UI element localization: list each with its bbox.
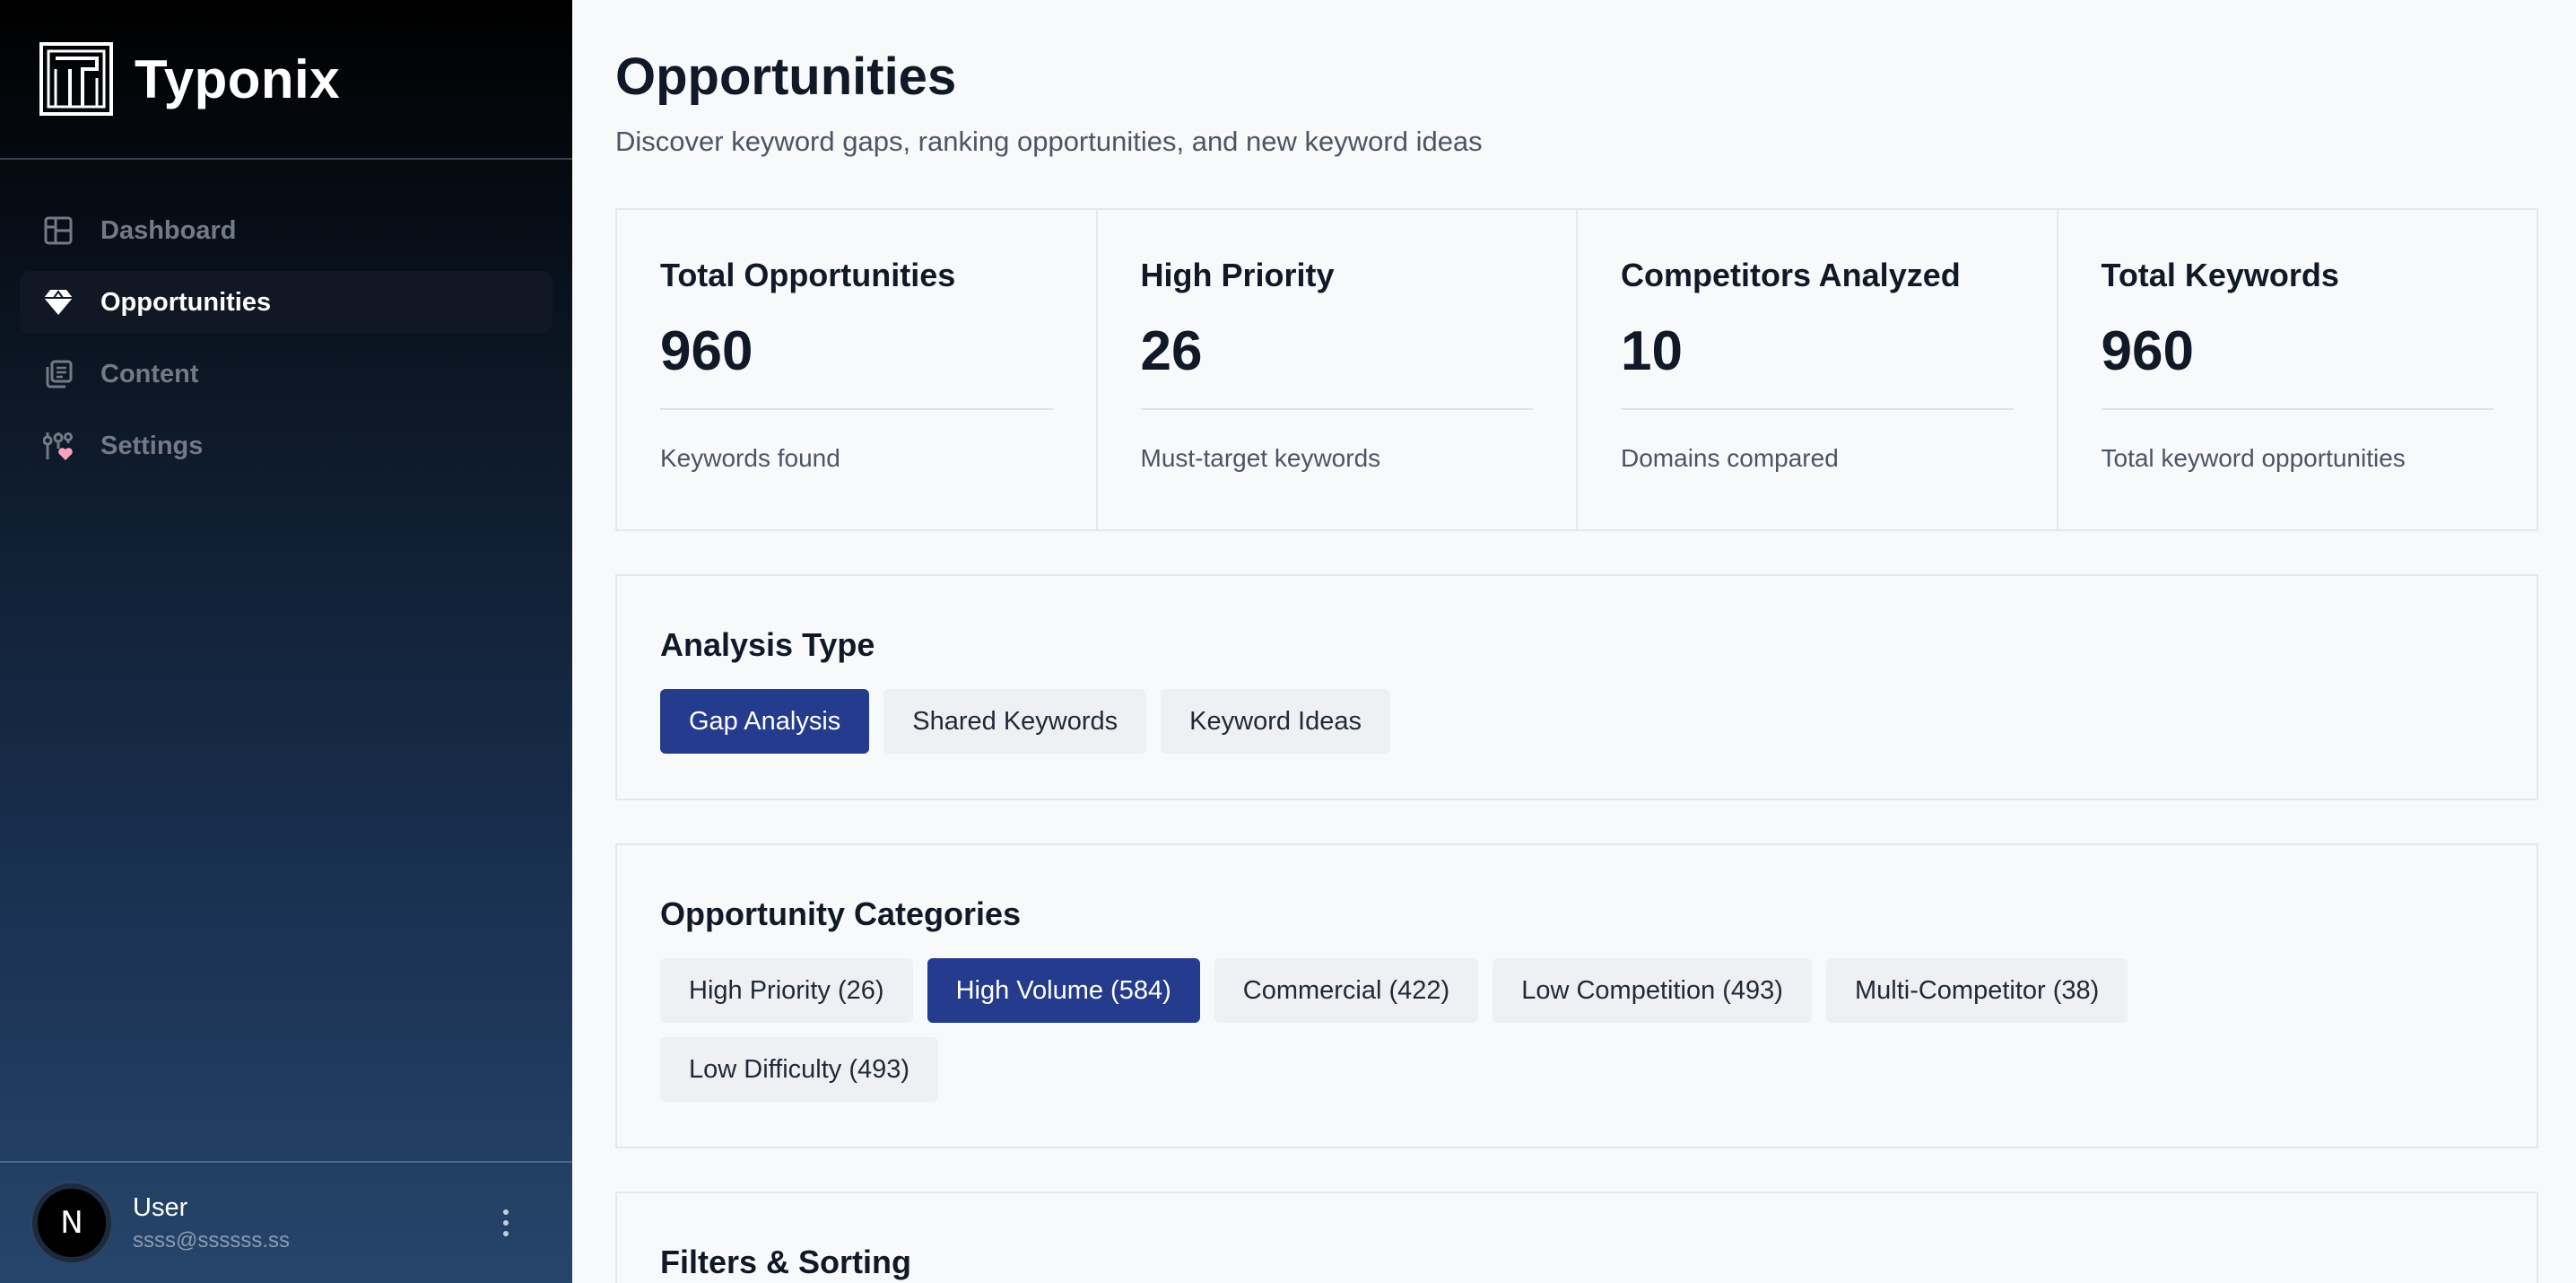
category-multi-competitor-button[interactable]: Multi-Competitor (38) <box>1825 958 2128 1023</box>
typonix-logo-icon <box>39 42 113 116</box>
sidebar-item-label: Opportunities <box>100 287 272 317</box>
stat-value: 960 <box>2101 319 2493 410</box>
panel-title: Filters & Sorting <box>660 1244 912 1280</box>
main-content: Opportunities Discover keyword gaps, ran… <box>572 0 2576 1283</box>
sidebar-item-label: Settings <box>100 431 204 460</box>
brand-name: Typonix <box>135 48 341 109</box>
stat-card-total-keywords: Total Keywords 960 Total keyword opportu… <box>2058 210 2537 529</box>
user-profile[interactable]: N User ssss@ssssss.ss <box>0 1161 572 1283</box>
page-title: Opportunities <box>615 48 957 106</box>
stat-label: Total Keywords <box>2101 257 2339 293</box>
analysis-type-panel: Analysis Type Gap Analysis Shared Keywor… <box>615 574 2538 800</box>
page-subtitle: Discover keyword gaps, ranking opportuni… <box>615 126 1483 157</box>
category-high-priority-button[interactable]: High Priority (26) <box>660 958 913 1023</box>
sidebar-item-content[interactable]: Content <box>20 343 553 406</box>
sidebar-item-dashboard[interactable]: Dashboard <box>20 199 553 262</box>
stat-value: 26 <box>1140 319 1533 410</box>
stat-card-total-opportunities: Total Opportunities 960 Keywords found <box>617 210 1098 529</box>
stat-value: 960 <box>660 319 1053 410</box>
more-vertical-icon[interactable] <box>502 1209 509 1236</box>
avatar[interactable]: N <box>32 1183 111 1262</box>
filters-sorting-panel: Filters & Sorting <box>615 1191 2538 1283</box>
stat-description: Keywords found <box>660 444 840 472</box>
layout-icon <box>43 215 74 246</box>
user-name: User <box>133 1192 188 1222</box>
sidebar-item-label: Dashboard <box>100 215 237 245</box>
stat-card-competitors-analyzed: Competitors Analyzed 10 Domains compared <box>1578 210 2058 529</box>
user-info: User ssss@ssssss.ss <box>133 1193 290 1253</box>
shared-keywords-button[interactable]: Shared Keywords <box>883 689 1147 754</box>
stat-label: High Priority <box>1140 257 1335 293</box>
stat-label: Competitors Analyzed <box>1621 257 1961 293</box>
stat-description: Domains compared <box>1621 444 1839 472</box>
documents-icon <box>43 359 74 389</box>
user-email: ssss@ssssss.ss <box>133 1227 291 1252</box>
opportunity-categories-panel: Opportunity Categories High Priority (26… <box>615 843 2538 1148</box>
sidebar-item-label: Content <box>100 359 199 388</box>
category-options: High Priority (26) High Volume (584) Com… <box>660 958 2257 1102</box>
category-high-volume-button[interactable]: High Volume (584) <box>927 958 1200 1023</box>
category-low-difficulty-button[interactable]: Low Difficulty (493) <box>660 1037 939 1102</box>
stat-label: Total Opportunities <box>660 257 956 293</box>
sidebar: Typonix Dashboard Opportunities Content … <box>0 0 572 1283</box>
gem-icon <box>43 287 74 318</box>
gap-analysis-button[interactable]: Gap Analysis <box>660 689 870 754</box>
sidebar-nav: Dashboard Opportunities Content Settings <box>0 160 572 477</box>
panel-title: Opportunity Categories <box>660 895 1022 932</box>
brand[interactable]: Typonix <box>0 0 572 160</box>
stats-cards: Total Opportunities 960 Keywords found H… <box>615 208 2538 531</box>
analysis-type-options: Gap Analysis Shared Keywords Keyword Ide… <box>660 689 2493 754</box>
stat-description: Must-target keywords <box>1140 444 1381 472</box>
sidebar-item-settings[interactable]: Settings <box>20 415 553 477</box>
stat-description: Total keyword opportunities <box>2101 444 2406 472</box>
keyword-ideas-button[interactable]: Keyword Ideas <box>1161 689 1390 754</box>
panel-title: Analysis Type <box>660 626 875 663</box>
category-low-competition-button[interactable]: Low Competition (493) <box>1493 958 1812 1023</box>
stat-card-high-priority: High Priority 26 Must-target keywords <box>1098 210 1578 529</box>
sidebar-item-opportunities[interactable]: Opportunities <box>20 271 553 334</box>
sliders-heart-icon <box>43 431 74 461</box>
stat-value: 10 <box>1621 319 2014 410</box>
category-commercial-button[interactable]: Commercial (422) <box>1214 958 1479 1023</box>
